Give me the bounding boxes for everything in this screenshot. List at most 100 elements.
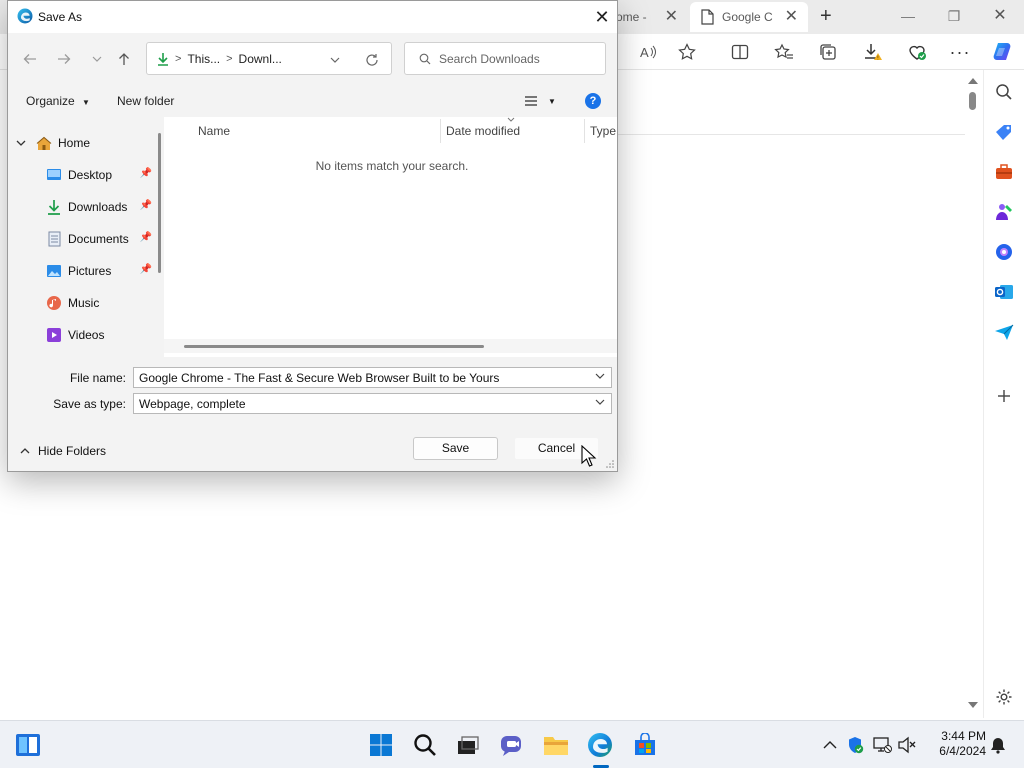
nav-item-home[interactable]: Home [16, 131, 164, 155]
notifications-bell-icon[interactable] [988, 735, 1008, 755]
store-icon[interactable] [631, 731, 659, 759]
nav-item-label: Music [68, 296, 100, 310]
settings-icon[interactable] [992, 685, 1016, 709]
breadcrumb-this-pc[interactable]: This... [187, 52, 220, 66]
tab-chrome-1[interactable]: rome - ✕ [612, 2, 688, 32]
scroll-up-icon[interactable] [968, 78, 978, 84]
page-scrollbar[interactable] [964, 72, 982, 714]
volume-muted-icon[interactable] [897, 735, 917, 755]
close-tab-icon[interactable]: ✕ [665, 8, 678, 26]
hide-folders-label: Hide Folders [38, 444, 107, 458]
help-icon[interactable]: ? [585, 93, 601, 109]
add-icon[interactable] [992, 384, 1016, 408]
save-as-type-value: Webpage, complete [139, 397, 246, 411]
close-tab-icon[interactable]: ✕ [785, 8, 798, 26]
nav-item-label: Pictures [68, 264, 112, 278]
column-header-type[interactable]: Type [590, 124, 616, 138]
tools-briefcase-icon[interactable] [992, 160, 1016, 184]
chevron-down-icon[interactable] [595, 399, 605, 405]
minimize-icon[interactable]: — [894, 5, 922, 27]
search-icon[interactable] [411, 731, 439, 759]
show-hidden-icons-chevron-icon[interactable] [820, 735, 840, 755]
address-dropdown-icon[interactable] [330, 57, 340, 63]
resize-grip-icon[interactable] [605, 459, 615, 469]
sort-chevron-icon [507, 117, 515, 122]
search-downloads-box[interactable] [404, 42, 606, 75]
shopping-tag-icon[interactable] [992, 120, 1016, 144]
outlook-icon[interactable] [992, 280, 1016, 304]
clock-date: 6/4/2024 [939, 744, 986, 758]
copilot-icon[interactable] [990, 41, 1014, 63]
scroll-down-icon[interactable] [968, 702, 978, 708]
nav-item-pictures[interactable]: Pictures 📌 [46, 259, 156, 283]
chevron-down-icon[interactable] [595, 373, 605, 379]
browser-essentials-icon[interactable] [905, 41, 929, 63]
save-button[interactable]: Save [413, 437, 498, 460]
task-view-icon[interactable] [454, 731, 482, 759]
favorites-icon[interactable] [772, 41, 796, 63]
games-icon[interactable] [992, 200, 1016, 224]
up-folder-icon[interactable] [114, 49, 134, 69]
new-tab-button[interactable]: + [820, 6, 832, 26]
column-header-date-modified[interactable]: Date modified [446, 124, 520, 138]
breadcrumb-chevron-icon[interactable]: > [175, 53, 181, 65]
search-input[interactable] [439, 51, 599, 66]
save-as-type-label: Save as type: [53, 397, 126, 411]
column-header-name[interactable]: Name [198, 124, 230, 138]
change-view-button[interactable]: ▼ [524, 93, 558, 109]
widgets-icon[interactable] [14, 731, 42, 759]
hide-folders-button[interactable]: Hide Folders [20, 444, 106, 458]
column-divider[interactable] [440, 119, 441, 143]
nav-pane-scrollbar[interactable] [156, 117, 164, 357]
nav-item-documents[interactable]: Documents 📌 [46, 227, 156, 251]
restore-icon[interactable]: ❐ [940, 5, 968, 27]
tab-chrome-2[interactable]: Google C ✕ [690, 2, 808, 32]
desktop-icon [46, 167, 62, 183]
refresh-icon[interactable] [365, 53, 379, 67]
split-screen-icon[interactable] [728, 41, 752, 63]
recent-locations-chevron-icon[interactable] [87, 49, 107, 69]
network-icon[interactable] [872, 735, 892, 755]
back-icon[interactable] [20, 49, 40, 69]
close-dialog-icon[interactable]: ✕ [588, 6, 616, 28]
dialog-command-bar: Organize ▼ New folder ▼ ? [8, 85, 617, 117]
favorite-star-icon[interactable] [675, 41, 699, 63]
tab-label: rome - [612, 10, 647, 24]
security-shield-icon[interactable] [845, 735, 865, 755]
chat-icon[interactable] [498, 731, 526, 759]
scroll-thumb[interactable] [184, 345, 484, 348]
horizontal-scrollbar[interactable] [164, 339, 617, 353]
scroll-thumb[interactable] [158, 133, 161, 273]
new-folder-button[interactable]: New folder [117, 94, 174, 108]
nav-item-downloads[interactable]: Downloads 📌 [46, 195, 156, 219]
forward-icon[interactable] [54, 49, 74, 69]
dialog-titlebar[interactable]: Save As ✕ [8, 1, 617, 33]
organize-button[interactable]: Organize ▼ [26, 94, 90, 108]
save-as-type-select[interactable]: Webpage, complete [133, 393, 612, 414]
column-divider[interactable] [584, 119, 585, 143]
more-icon[interactable]: ··· [948, 41, 972, 63]
close-window-icon[interactable]: ✕ [986, 5, 1014, 27]
address-bar[interactable]: > This... > Downl... [146, 42, 392, 75]
nav-item-desktop[interactable]: Desktop 📌 [46, 163, 156, 187]
search-icon[interactable] [992, 80, 1016, 104]
read-aloud-icon[interactable]: A [636, 41, 660, 63]
file-explorer-icon[interactable] [542, 731, 570, 759]
breadcrumb-downloads[interactable]: Downl... [239, 52, 282, 66]
file-list-pane: Name Date modified Type No items match y… [164, 117, 617, 357]
send-icon[interactable] [992, 320, 1016, 344]
scroll-thumb[interactable] [969, 92, 976, 110]
start-icon[interactable] [367, 731, 395, 759]
collections-icon[interactable] [816, 41, 840, 63]
nav-item-music[interactable]: Music [46, 291, 156, 315]
office-icon[interactable] [992, 240, 1016, 264]
taskbar-clock[interactable]: 3:44 PM 6/4/2024 [924, 729, 986, 759]
music-icon [46, 295, 62, 311]
page-icon [701, 9, 714, 25]
breadcrumb-chevron-icon[interactable]: > [226, 53, 232, 65]
file-name-input[interactable]: Google Chrome - The Fast & Secure Web Br… [133, 367, 612, 388]
edge-icon[interactable] [586, 731, 614, 759]
downloads-warning-icon[interactable]: ! [861, 41, 885, 63]
chevron-down-icon[interactable] [16, 138, 30, 148]
nav-item-videos[interactable]: Videos [46, 323, 156, 347]
